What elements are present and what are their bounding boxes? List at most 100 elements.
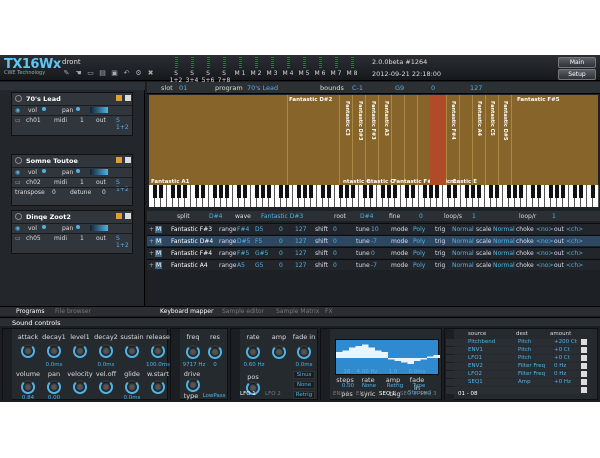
zone-field-hi[interactable]: G5 (255, 262, 263, 269)
zone-field-mv[interactable]: Poly (413, 250, 425, 257)
matrix-row[interactable]: LFO1 Pitch +0 Ct (446, 355, 588, 362)
matrix-amount[interactable]: +0 Ct (554, 347, 570, 353)
zone-field-n[interactable]: Fantastic D#4 (171, 238, 213, 245)
seq-step-shape[interactable] (336, 344, 440, 365)
matrix-amount[interactable]: +200 Ct (554, 339, 577, 345)
black-key[interactable] (573, 185, 577, 198)
zone-field-sv[interactable]: Normal (493, 226, 515, 233)
tab-seq3[interactable]: SEQ 3 (420, 391, 437, 397)
black-key[interactable] (339, 185, 343, 198)
black-key[interactable] (579, 185, 583, 198)
zone-row[interactable]: + M Fantastic F#4 range F#5 G#5 0 127 shift 0 tune… (147, 247, 600, 258)
open-icon[interactable]: ▤ (98, 70, 107, 77)
zone-field-mv[interactable]: Poly (413, 238, 425, 245)
solo-icon[interactable]: ◉ (15, 225, 20, 232)
black-key[interactable] (213, 185, 217, 198)
black-key[interactable] (219, 185, 223, 198)
black-key[interactable] (285, 185, 289, 198)
black-key[interactable] (411, 185, 415, 198)
drive-knob[interactable] (186, 378, 200, 392)
pan-knob[interactable] (76, 225, 80, 229)
black-key[interactable] (495, 185, 499, 198)
zone-field-tv[interactable]: Normal (452, 226, 474, 233)
pan-knob[interactable] (76, 107, 80, 111)
zone-field-b[interactable]: 127 (295, 238, 306, 245)
black-key[interactable] (381, 185, 385, 198)
zone-field-a[interactable]: 0 (279, 250, 283, 257)
black-key[interactable] (507, 185, 511, 198)
black-key[interactable] (243, 185, 247, 198)
env-knob[interactable] (47, 344, 61, 358)
black-key[interactable] (261, 185, 265, 198)
zone-row[interactable]: + M Fantastic D#4 range D#5 F5 0 127 shift 0 tune -… (147, 235, 600, 246)
env-knob[interactable] (73, 344, 87, 358)
black-key[interactable] (429, 185, 433, 198)
black-key[interactable] (255, 185, 259, 198)
black-key[interactable] (471, 185, 475, 198)
black-key[interactable] (171, 185, 175, 198)
detune-value[interactable]: 0 (102, 189, 106, 196)
save-icon[interactable] (125, 157, 131, 163)
panic-icon[interactable]: ✖ (146, 70, 155, 77)
tab-file-browser[interactable]: File browser (55, 308, 91, 315)
zone-field-o2[interactable]: <ch> (566, 226, 583, 233)
black-key[interactable] (351, 185, 355, 198)
matrix-dest[interactable]: Pitch (518, 347, 531, 353)
matrix-source[interactable]: LFO2 (468, 371, 482, 377)
zone-field-o2[interactable]: <ch> (566, 238, 583, 245)
setup-button[interactable]: Setup (558, 69, 596, 80)
program-name[interactable]: 70's Lead (26, 95, 61, 103)
split-value[interactable]: D#4 (209, 213, 222, 220)
black-key[interactable] (303, 185, 307, 198)
monitor-icon[interactable]: ▭ (15, 117, 21, 124)
black-key[interactable] (537, 185, 541, 198)
lfo-fade-value[interactable]: 0.0ms (291, 362, 317, 368)
zone-map[interactable]: Fantastic C3 Fantastic D#3 Fantastic F#3 Fa… (149, 95, 598, 185)
bounds-low[interactable]: C-1 (352, 84, 363, 92)
black-key[interactable] (531, 185, 535, 198)
matrix-source[interactable]: ENV2 (468, 363, 483, 369)
lfo-shape-button[interactable]: Sinus (293, 371, 315, 379)
lfo-mode-button[interactable]: None (293, 381, 315, 389)
zone-row[interactable]: + M Fantastic F#3 range F#4 D5 0 127 shift 0 tune 1… (147, 223, 600, 234)
zone-field-a[interactable]: 0 (279, 238, 283, 245)
matrix-row[interactable]: ENV1 Pitch +0 Ct (446, 347, 588, 354)
black-key[interactable] (201, 185, 205, 198)
zone-field-b[interactable]: 127 (295, 226, 306, 233)
matrix-source[interactable]: ENV1 (468, 347, 483, 353)
matrix-enable-checkbox[interactable] (581, 379, 587, 385)
monitor-icon[interactable]: ▭ (15, 179, 21, 186)
black-key[interactable] (423, 185, 427, 198)
mute-icon[interactable]: M (155, 250, 163, 257)
env-value[interactable]: 0.84 (15, 395, 41, 401)
zone-field-mv[interactable]: Poly (413, 262, 425, 269)
zone-field-lo[interactable]: A5 (237, 262, 245, 269)
env-knob[interactable] (73, 380, 87, 394)
zone-field-s[interactable]: 0 (333, 250, 337, 257)
seq-s[interactable]: None (358, 383, 380, 389)
midi-value[interactable]: 1 (80, 235, 84, 242)
expand-icon[interactable]: + (149, 262, 154, 269)
program-slot[interactable]: Dinqe Zoot2 ◉ vol pan ▭ ch05 midi 1 out S 1+2 (11, 210, 134, 254)
patch-name[interactable]: dront (62, 58, 81, 66)
matrix-enable-checkbox[interactable] (581, 339, 587, 345)
matrix-amount[interactable]: 0 Hz (554, 371, 566, 377)
bounds-high[interactable]: G9 (395, 84, 404, 92)
seq-r[interactable]: Retrig (384, 383, 406, 389)
black-key[interactable] (225, 185, 229, 198)
matrix-enable-checkbox[interactable] (581, 347, 587, 353)
mute-icon[interactable]: M (155, 238, 163, 245)
lfo-rate-value[interactable]: 0.60 Hz (241, 362, 267, 368)
tab-env1[interactable]: ENV 1 (333, 391, 350, 397)
hand-icon[interactable]: ☚ (74, 70, 83, 77)
black-key[interactable] (555, 185, 559, 198)
black-key[interactable] (177, 185, 181, 198)
folder-icon[interactable] (116, 213, 122, 219)
monitor-icon[interactable]: ▭ (15, 235, 21, 242)
zone-field-o2[interactable]: <ch> (566, 250, 583, 257)
zone-field-t[interactable]: 0 (371, 250, 375, 257)
vol-knob[interactable] (42, 107, 46, 111)
tab-seq2[interactable]: SEQ 2 (400, 391, 417, 397)
black-key[interactable] (447, 185, 451, 198)
out-value[interactable]: S 1+2 (116, 235, 134, 249)
